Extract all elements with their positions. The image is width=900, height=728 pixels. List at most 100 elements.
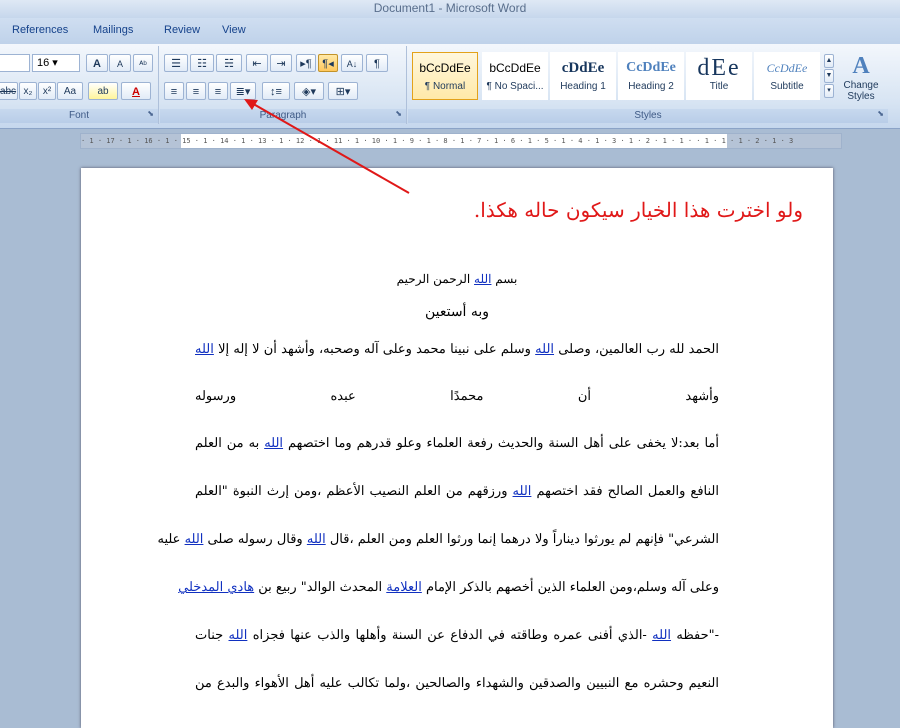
styles-scroll-up-icon[interactable]: ▲	[824, 54, 834, 68]
spelling-link[interactable]: هادي المدخلي	[178, 580, 254, 595]
text-run: به من العلم	[195, 436, 265, 451]
spelling-link[interactable]: الله	[652, 628, 671, 643]
text-run: -الذي أفنى عمره وطاقته في الدفاع عن السن…	[247, 628, 653, 643]
spelling-link[interactable]: الله	[535, 342, 554, 357]
paragraph-launcher-icon[interactable]: ⬊	[395, 107, 402, 121]
superscript-icon[interactable]: x²	[38, 82, 56, 100]
text-run: -"حفظه	[671, 628, 719, 643]
highlight-icon[interactable]: ab	[88, 82, 118, 100]
body-line: أما بعد:لا يخفى على أهل السنة والحديث رف…	[195, 436, 719, 451]
change-case-icon: Aa	[63, 86, 77, 97]
spelling-link[interactable]: الله	[513, 484, 532, 499]
tab-mailings[interactable]: Mailings	[93, 24, 133, 36]
font-size-combo[interactable]: 16 ▾	[32, 54, 80, 72]
text-run: المحدث الوالد" ربيع بن	[254, 580, 387, 595]
style-preview: bCcDdEe	[489, 61, 541, 75]
text-run: النعيم وحشره مع النبيين والصدقين والشهدا…	[195, 676, 719, 691]
decrease-indent-icon[interactable]: ⇤	[246, 54, 268, 72]
document-page[interactable]: ولو اخترت هذا الخيار سيكون حاله هكذا. بس…	[81, 168, 833, 728]
numbering-icon[interactable]: ☷	[190, 54, 214, 72]
style-heading-2[interactable]: CcDdEe Heading 2	[618, 52, 684, 100]
window-title: Document1 - Microsoft Word	[0, 0, 900, 18]
show-marks-button[interactable]: ¶	[366, 54, 388, 72]
sort-button[interactable]: A↓	[341, 54, 363, 72]
style-preview: bCcDdEe	[419, 61, 471, 75]
paragraph-group: ☰ ☷ ☵ ⇤ ⇥ ▸¶ ¶◂ A↓ ¶ ≡ ≡ ≡ ≣▾ ↕≡ ◈▾ ⊞▾ P…	[160, 46, 407, 124]
rtl-icon[interactable]: ¶◂	[318, 54, 338, 72]
justify-icon[interactable]: ≣▾	[230, 82, 256, 100]
bullets-icon[interactable]: ☰	[164, 54, 188, 72]
body-line: وعلى آله وسلم،ومن العلماء الذين أخصهم با…	[178, 580, 719, 595]
text-run: بسم	[491, 272, 518, 286]
subscript-icon[interactable]: x₂	[19, 82, 37, 100]
align-left-icon[interactable]: ≡	[164, 82, 184, 100]
horizontal-ruler[interactable]: · 1 · 17 · 1 · 16 · 1 · 15 · 1 · 14 · 1 …	[80, 133, 842, 149]
style-name: ¶ No Spaci...	[486, 81, 544, 92]
body-line: الشرعي" فإنهم لم يورثوا ديناراً ولا درهم…	[157, 532, 719, 547]
grow-font-button[interactable]: A	[86, 54, 108, 72]
sort-icon: A↓	[346, 59, 358, 69]
style-name: Heading 1	[560, 81, 606, 92]
body-line: الحمد لله رب العالمين، وصلى الله وسلم عل…	[195, 342, 719, 357]
text-run: الرحمن الرحيم	[396, 272, 475, 286]
clear-format-icon[interactable]: ᴬᵇ	[133, 54, 153, 72]
styles-group-label: Styles ⬊	[408, 109, 888, 123]
spelling-link[interactable]: الله	[264, 436, 283, 451]
font-group: 16 ▾ A A ᴬᵇ abc x₂ x² Aa ab A Font ⬊	[0, 46, 159, 124]
text-run: الشرعي" فإنهم لم يورثوا ديناراً ولا درهم…	[325, 532, 719, 547]
body-line: وأشهد أن محمدًا عبده ورسوله	[195, 389, 719, 404]
change-case-button[interactable]: Aa	[57, 82, 83, 100]
spelling-link[interactable]: الله	[229, 628, 248, 643]
font-name-combo[interactable]	[0, 54, 30, 72]
subtitle-line: وبه أستعين	[424, 304, 490, 320]
text-run: الحمد لله رب العالمين، وصلى	[554, 342, 719, 357]
shrink-font-button[interactable]: A	[109, 54, 131, 72]
style-heading-1[interactable]: cDdEe Heading 1	[550, 52, 616, 100]
style-name: ¶ Normal	[424, 81, 466, 92]
dialog-launcher-icon[interactable]: ⬊	[147, 107, 154, 121]
style-name: Heading 2	[628, 81, 674, 92]
line-spacing-icon[interactable]: ↕≡	[262, 82, 290, 100]
spelling-link[interactable]: الله	[307, 532, 326, 547]
styles-more-icon[interactable]: ▾	[824, 84, 834, 98]
style-preview: cDdEe	[561, 60, 605, 76]
ltr-icon[interactable]: ▸¶	[296, 54, 316, 72]
borders-icon[interactable]: ⊞▾	[328, 82, 358, 100]
text-run: وقال رسوله صلى	[203, 532, 307, 547]
shading-icon[interactable]: ◈▾	[294, 82, 324, 100]
change-styles-label: Change Styles	[843, 80, 879, 102]
ruler-ticks: · 1 · 17 · 1 · 16 · 1 · 15 · 1 · 14 · 1 …	[81, 137, 794, 145]
multilevel-list-icon[interactable]: ☵	[216, 54, 242, 72]
spelling-link[interactable]: الله	[474, 272, 491, 286]
basmala-line: بسم الله الرحمن الرحيم	[195, 272, 719, 286]
body-line: النافع والعمل الصالح فقد اختصهم الله ورز…	[195, 484, 719, 499]
grow-font-icon: A	[93, 58, 101, 70]
change-styles-button[interactable]: A Change Styles	[838, 52, 884, 108]
font-size-value: 16	[37, 57, 50, 69]
styles-scroll-down-icon[interactable]: ▼	[824, 69, 834, 83]
tab-review[interactable]: Review	[164, 24, 200, 36]
text-run: النافع والعمل الصالح فقد اختصهم	[531, 484, 719, 499]
style-subtitle[interactable]: CcDdEe Subtitle	[754, 52, 820, 100]
tab-references[interactable]: References	[12, 24, 68, 36]
text-run: جنات	[195, 628, 229, 643]
align-right-icon[interactable]: ≡	[208, 82, 228, 100]
style-normal[interactable]: bCcDdEe ¶ Normal	[412, 52, 478, 100]
change-styles-icon: A	[852, 53, 870, 79]
style-name: Title	[709, 81, 729, 92]
spelling-link[interactable]: الله	[185, 532, 204, 547]
font-color-icon[interactable]: A	[121, 82, 151, 100]
text-run: وسلم على نبينا محمد وعلى آله وصحبه، وأشه…	[213, 342, 536, 357]
style-name: Subtitle	[770, 81, 804, 92]
spelling-link[interactable]: الله	[195, 342, 214, 357]
spelling-link[interactable]: العلامة	[386, 580, 422, 595]
tab-view[interactable]: View	[222, 24, 246, 36]
style-no-spacing[interactable]: bCcDdEe ¶ No Spaci...	[482, 52, 548, 100]
style-title[interactable]: dEe Title	[686, 52, 752, 100]
increase-indent-icon[interactable]: ⇥	[270, 54, 292, 72]
style-preview: CcDdEe	[766, 61, 808, 75]
pilcrow-icon: ¶	[374, 58, 380, 70]
styles-launcher-icon[interactable]: ⬊	[877, 107, 884, 121]
strikethrough-icon[interactable]: abc	[0, 82, 18, 100]
align-center-icon[interactable]: ≡	[186, 82, 206, 100]
